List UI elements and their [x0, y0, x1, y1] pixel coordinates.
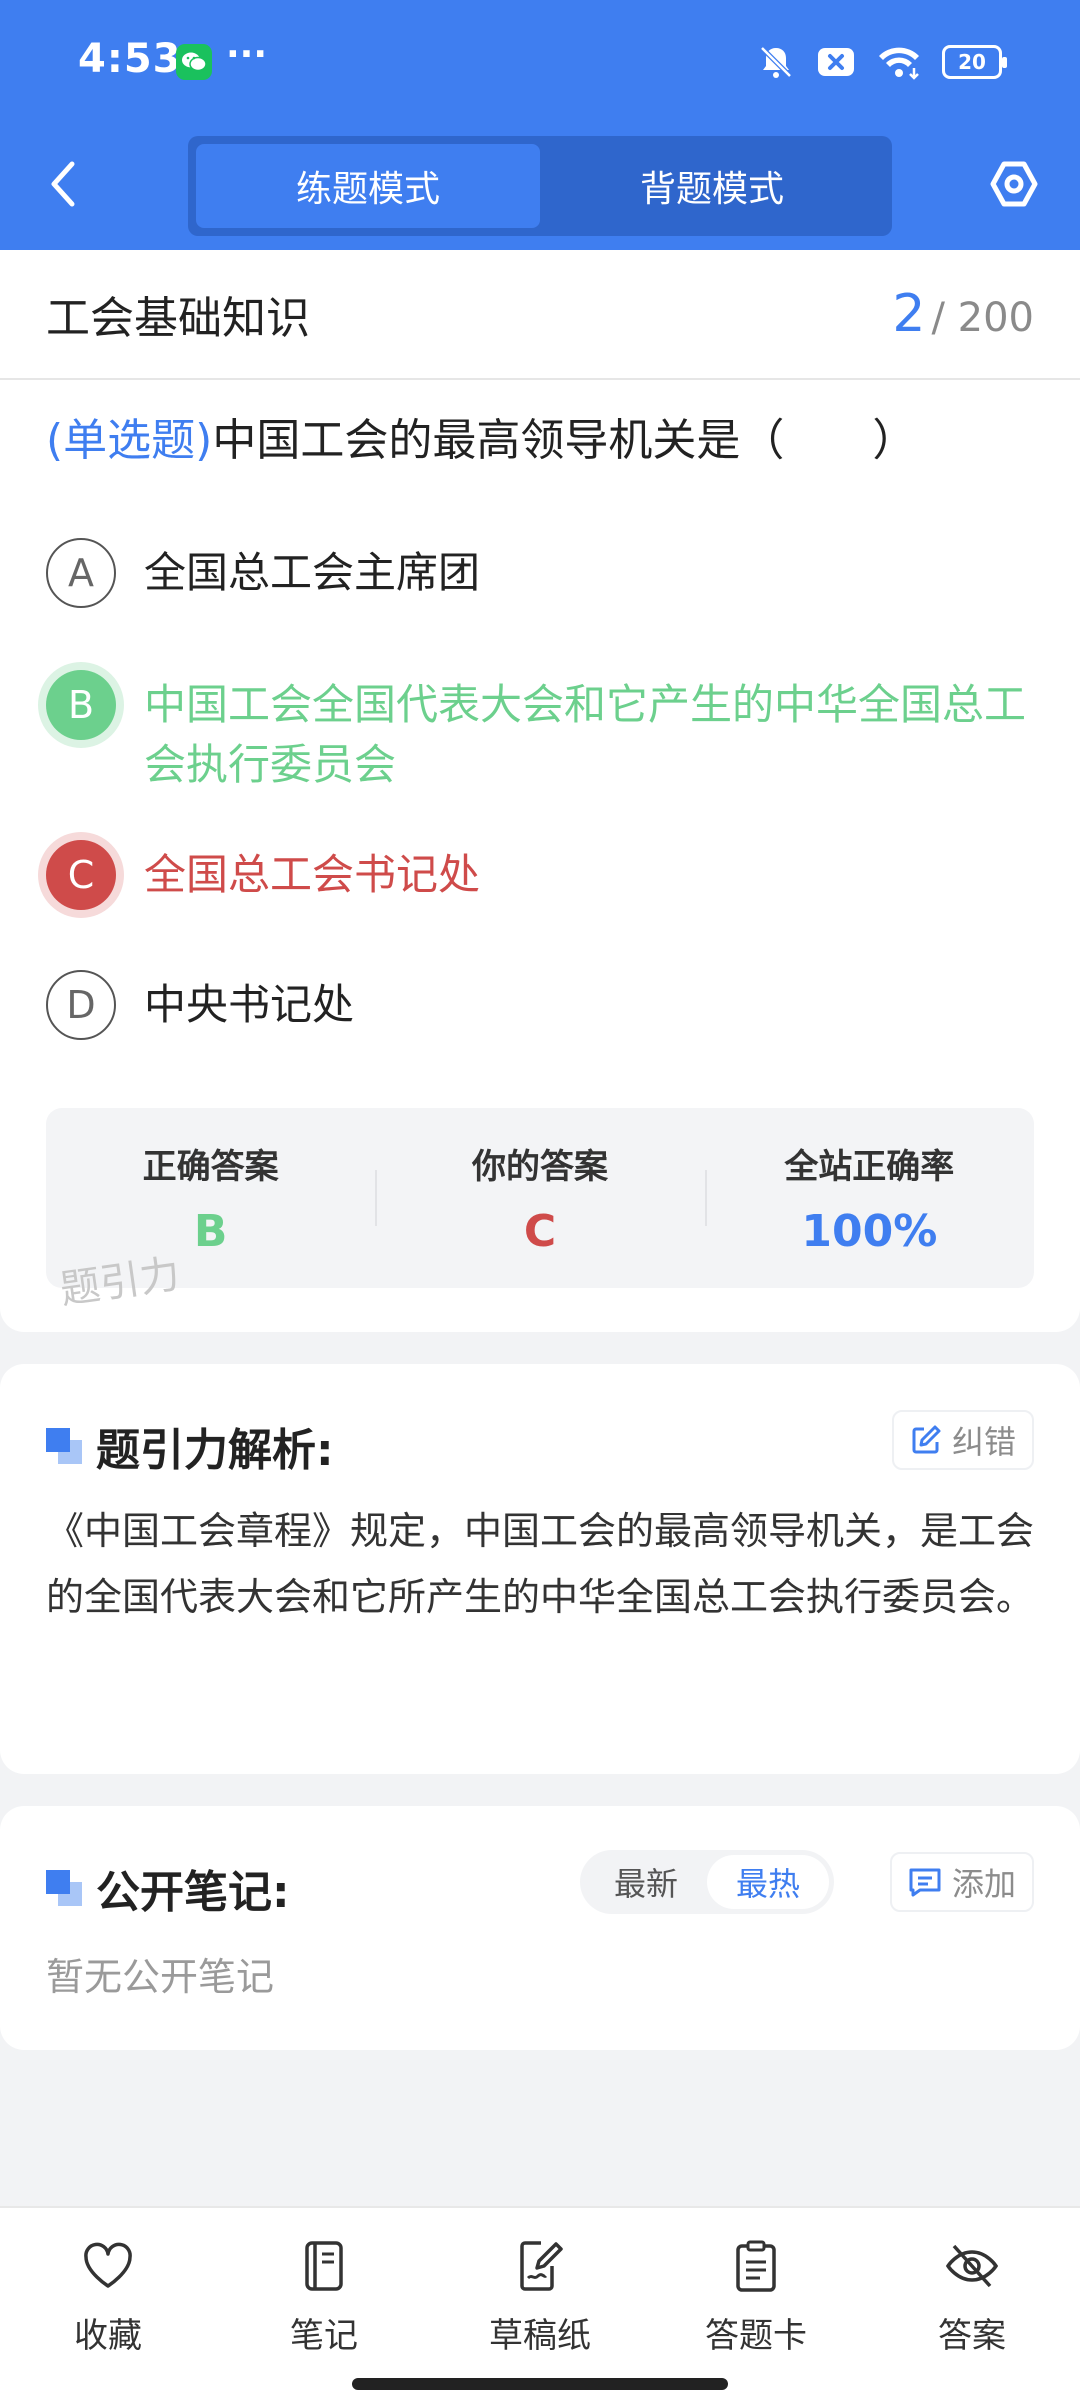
nav-label: 草稿纸: [489, 2316, 591, 2356]
nav-label: 笔记: [290, 2316, 358, 2356]
notes-empty-text: 暂无公开笔记: [46, 1955, 275, 1999]
option-letter: A: [46, 538, 116, 608]
add-note-button[interactable]: 添加: [889, 1852, 1034, 1912]
back-button[interactable]: [44, 158, 84, 210]
sort-newest[interactable]: 最新: [585, 1855, 707, 1909]
comment-icon: [909, 1868, 941, 1897]
nav-draft-paper[interactable]: 草稿纸: [465, 2238, 615, 2357]
battery-level: 20: [958, 50, 986, 74]
answer-summary: 正确答案 B 你的答案 C 全站正确率 100%: [46, 1108, 1034, 1288]
nav-favorite[interactable]: 收藏: [33, 2238, 183, 2357]
nav-label: 答题卡: [705, 2316, 807, 2356]
no-sim-icon: [818, 48, 854, 76]
option-text: 中央书记处: [144, 980, 355, 1029]
edit-icon: [912, 1425, 941, 1454]
analysis-title-text: 题引力解析:: [96, 1425, 334, 1476]
battery-icon: 20: [942, 45, 1007, 79]
hexagon-settings-icon: [990, 161, 1038, 207]
subject-row: 工会基础知识 2 / 200: [0, 250, 1080, 380]
subject-title: 工会基础知识: [46, 293, 310, 344]
option-letter: D: [46, 970, 116, 1040]
your-answer-col: 你的答案 C: [375, 1108, 704, 1288]
section-square-icon: [46, 1870, 82, 1906]
nav-label: 答案: [938, 2316, 1006, 2356]
analysis-text: 《中国工会章程》规定，中国工会的最高领导机关，是工会的全国代表大会和它所产生的中…: [46, 1509, 1035, 1619]
option-d[interactable]: D 中央书记处: [46, 970, 1046, 1040]
report-error-label: 纠错: [951, 1423, 1016, 1461]
status-icons: 20: [756, 40, 1007, 84]
section-square-icon: [46, 1428, 82, 1464]
option-letter: C: [46, 840, 116, 910]
notes-sort-switch: 最新 最热: [580, 1850, 834, 1914]
tab-memorize-mode[interactable]: 背题模式: [540, 144, 884, 228]
eye-off-icon: [945, 2244, 999, 2288]
nav-answer-card[interactable]: 答题卡: [681, 2238, 831, 2357]
correct-answer-label: 正确答案: [142, 1147, 279, 1187]
option-text: 中国工会全国代表大会和它产生的中华全国总工会执行委员会: [144, 680, 1027, 789]
analysis-title: 题引力解析:: [46, 1414, 334, 1478]
report-error-button[interactable]: 纠错: [891, 1410, 1034, 1470]
app-header: 4:53 ··· 20 练题模式 背题模式: [0, 0, 1080, 250]
answer-card-icon: [736, 2240, 776, 2292]
site-accuracy-label: 全站正确率: [784, 1147, 955, 1187]
your-answer-value: C: [523, 1206, 557, 1257]
draft-paper-icon: [520, 2241, 563, 2291]
status-bar: 4:53 ··· 20: [0, 0, 1080, 125]
nav-answer-toggle[interactable]: 答案: [897, 2238, 1047, 2357]
public-notes-card: 公开笔记: 最新 最热 添加 暂无公开笔记: [0, 1806, 1080, 2050]
mute-bell-icon: [760, 46, 792, 78]
correct-answer-value: B: [193, 1206, 228, 1257]
your-answer-label: 你的答案: [471, 1147, 608, 1187]
notes-title-text: 公开笔记:: [96, 1867, 290, 1918]
tab-practice-mode[interactable]: 练题模式: [196, 144, 540, 228]
option-b-correct[interactable]: B 中国工会全国代表大会和它产生的中华全国总工会执行委员会: [46, 670, 1046, 795]
nav-label: 收藏: [74, 2316, 142, 2356]
site-accuracy-value: 100%: [801, 1206, 938, 1257]
question-type-label: (单选题): [46, 415, 213, 466]
question-stem: (单选题)中国工会的最高领导机关是（ ）: [46, 410, 1046, 472]
notes-title: 公开笔记:: [46, 1856, 290, 1920]
more-notifications-icon: ···: [226, 34, 268, 75]
question-text: 中国工会的最高领导机关是（ ）: [212, 415, 917, 466]
mode-switch: 练题模式 背题模式: [188, 136, 892, 236]
question-progress[interactable]: 2 / 200: [892, 284, 1034, 344]
heart-icon: [84, 2242, 132, 2288]
option-text: 全国总工会书记处: [144, 850, 481, 899]
notebook-icon: [305, 2241, 343, 2291]
nav-notes[interactable]: 笔记: [249, 2238, 399, 2357]
option-c-wrong[interactable]: C 全国总工会书记处: [46, 840, 1046, 910]
sort-hottest[interactable]: 最热: [707, 1855, 829, 1909]
status-time: 4:53: [78, 36, 182, 82]
site-accuracy-col: 全站正确率 100%: [704, 1108, 1034, 1288]
wifi-icon: [879, 47, 919, 80]
current-question-number: 2: [892, 284, 926, 344]
home-indicator[interactable]: [352, 2378, 728, 2390]
chevron-left-icon: [51, 161, 75, 207]
option-a[interactable]: A 全国总工会主席团: [46, 538, 1046, 608]
wechat-notification-icon: [176, 44, 212, 80]
option-text: 全国总工会主席团: [144, 548, 481, 597]
settings-button[interactable]: [986, 156, 1042, 212]
analysis-card: 题引力解析: 纠错 《中国工会章程》规定，中国工会的最高领导机关，是工会的全国代…: [0, 1364, 1080, 1774]
bottom-toolbar: 收藏 笔记 草稿纸 答题卡 答案: [0, 2206, 1080, 2400]
question-card: 工会基础知识 2 / 200 (单选题)中国工会的最高领导机关是（ ） A 全国…: [0, 250, 1080, 1332]
total-questions: / 200: [931, 295, 1034, 341]
option-letter: B: [46, 670, 116, 740]
add-note-label: 添加: [951, 1865, 1016, 1903]
